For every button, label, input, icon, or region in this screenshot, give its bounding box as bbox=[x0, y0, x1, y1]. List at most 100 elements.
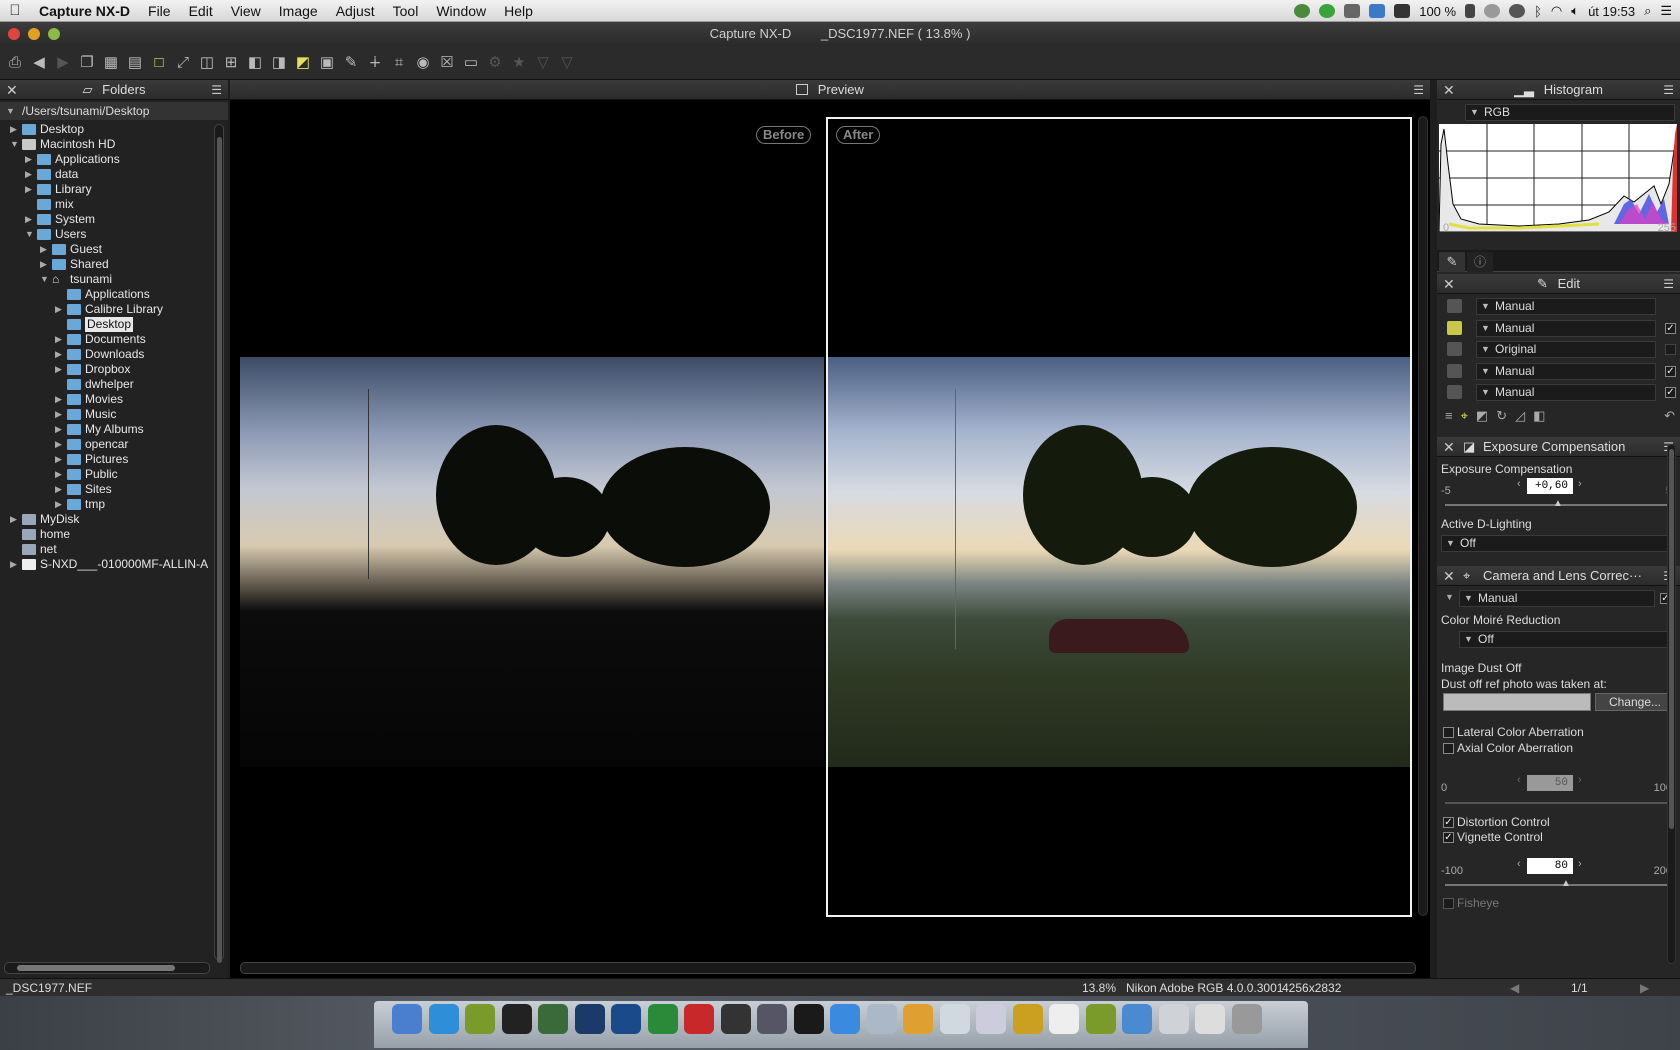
minimize-window-button[interactable] bbox=[28, 28, 40, 40]
dock-terminal-icon[interactable] bbox=[793, 1004, 824, 1034]
tree-item[interactable]: ▶ Calibre Library bbox=[0, 302, 212, 317]
print-icon[interactable]: ⎙ bbox=[6, 54, 24, 72]
dock-app-icon[interactable] bbox=[757, 1004, 787, 1034]
tab-info[interactable]: ⓘ bbox=[1467, 252, 1493, 272]
close-icon[interactable]: ✕ bbox=[1443, 274, 1455, 294]
disclosure-open-icon[interactable]: ▼ bbox=[10, 137, 20, 152]
scroll-thumb[interactable] bbox=[17, 965, 175, 971]
dock-printer-icon[interactable] bbox=[720, 1004, 751, 1034]
dock-itunes-icon[interactable] bbox=[830, 1004, 860, 1034]
disclosure-open-icon[interactable]: ▼ bbox=[40, 272, 50, 287]
dock-document-icon[interactable] bbox=[1049, 1004, 1079, 1034]
disclosure-closed-icon[interactable]: ▶ bbox=[25, 152, 35, 167]
tree-item[interactable]: mix bbox=[0, 197, 212, 212]
spotlight-search-icon[interactable]: ⌕ bbox=[1644, 3, 1651, 19]
disclosure-closed-icon[interactable]: ▶ bbox=[55, 452, 65, 467]
edit-preset-select[interactable]: ▼ Manual bbox=[1476, 298, 1656, 315]
menu-window[interactable]: Window bbox=[427, 0, 495, 22]
filter-options-icon[interactable]: ▽ bbox=[558, 54, 576, 72]
status-drive-icon[interactable] bbox=[1344, 4, 1361, 18]
dock-disk-icon[interactable] bbox=[866, 1004, 897, 1034]
tree-item[interactable]: Applications bbox=[0, 287, 212, 302]
increment-arrow-icon[interactable]: › bbox=[1578, 858, 1582, 870]
disclosure-closed-icon[interactable]: ▶ bbox=[55, 362, 65, 377]
tree-item[interactable]: ▶ Shared bbox=[0, 257, 212, 272]
dock-app-icon[interactable] bbox=[647, 1004, 678, 1034]
edit-enable-checkbox[interactable]: ✓ bbox=[1665, 365, 1676, 377]
edit-enable-checkbox[interactable]: ✓ bbox=[1665, 322, 1676, 334]
levels-icon[interactable]: ◧ bbox=[1533, 408, 1545, 426]
close-window-button[interactable] bbox=[8, 28, 20, 40]
filter-icon[interactable]: ▽ bbox=[534, 54, 552, 72]
menu-image[interactable]: Image bbox=[270, 0, 327, 22]
tree-item[interactable]: net bbox=[0, 542, 212, 557]
moire-select[interactable]: ▼ Off bbox=[1459, 631, 1675, 648]
tree-item[interactable]: ▶ Documents bbox=[0, 332, 212, 347]
panel-menu-icon[interactable]: ☰ bbox=[1413, 80, 1424, 100]
split-view-icon[interactable]: ◨ bbox=[270, 54, 288, 72]
thumbnail-grid-icon[interactable]: ▦ bbox=[102, 54, 120, 72]
tree-item[interactable]: ▶ System bbox=[0, 212, 212, 227]
tree-item[interactable]: home bbox=[0, 527, 212, 542]
red-eye-icon[interactable]: ◉ bbox=[414, 54, 432, 72]
tree-item[interactable]: ▶ opencar bbox=[0, 437, 212, 452]
tree-item[interactable]: ▶ S-NXD___-010000MF-ALLIN-A bbox=[0, 557, 212, 572]
tree-item[interactable]: ▶ Downloads bbox=[0, 347, 212, 362]
dock-photoshop-elements-icon[interactable] bbox=[611, 1004, 641, 1034]
next-page-icon[interactable]: ▶ bbox=[1640, 979, 1649, 997]
dock-trash-icon[interactable] bbox=[1231, 1004, 1262, 1034]
edit-preset-select[interactable]: ▼ Original bbox=[1476, 341, 1656, 358]
folders-vertical-scrollbar[interactable] bbox=[214, 124, 224, 963]
preview-vertical-scrollbar[interactable] bbox=[1418, 116, 1428, 916]
dock-camera-icon[interactable] bbox=[501, 1004, 532, 1034]
tone-curve-icon[interactable]: ◩ bbox=[1476, 408, 1488, 426]
binoculars-icon[interactable] bbox=[1394, 4, 1411, 18]
tree-item[interactable]: ▼ Macintosh HD bbox=[0, 137, 212, 152]
tree-item[interactable]: ▶ tmp bbox=[0, 497, 212, 512]
menu-tool[interactable]: Tool bbox=[384, 0, 428, 22]
dock-app-icon[interactable] bbox=[538, 1004, 568, 1034]
settings-icon[interactable]: ⚙ bbox=[486, 54, 504, 72]
decrement-arrow-icon[interactable]: ‹ bbox=[1517, 478, 1521, 490]
brush-icon[interactable]: ✎ bbox=[342, 54, 360, 72]
increment-arrow-icon[interactable]: › bbox=[1578, 478, 1582, 490]
chevron-down-icon[interactable]: ▼ bbox=[6, 102, 15, 120]
compare-four-icon[interactable]: ⊞ bbox=[222, 54, 240, 72]
tree-item[interactable]: ▶ Music bbox=[0, 407, 212, 422]
dock-safari-icon[interactable] bbox=[428, 1004, 459, 1034]
collapse-arrow-icon[interactable]: ▼ bbox=[1445, 592, 1454, 602]
slider-handle[interactable]: ▲ bbox=[1553, 498, 1563, 509]
dust-ref-field[interactable] bbox=[1443, 693, 1591, 711]
preview-area[interactable]: Before After bbox=[230, 100, 1430, 978]
disclosure-closed-icon[interactable]: ▶ bbox=[10, 122, 20, 137]
vignette-value-input[interactable]: 80 bbox=[1527, 858, 1573, 874]
volume-icon[interactable]: 🔈︎ bbox=[1571, 3, 1579, 19]
noise-reduction-icon[interactable]: ≡ bbox=[1445, 408, 1453, 426]
dock-photoshop-icon[interactable] bbox=[574, 1004, 605, 1034]
tree-item[interactable]: ▶ Public bbox=[0, 467, 212, 482]
before-image[interactable] bbox=[240, 357, 824, 767]
menu-file[interactable]: File bbox=[139, 0, 180, 22]
menu-app-name[interactable]: Capture NX-D bbox=[30, 0, 139, 22]
exposure-value-input[interactable]: +0,60 bbox=[1527, 478, 1573, 494]
close-icon[interactable]: ✕ bbox=[1443, 80, 1455, 100]
disclosure-closed-icon[interactable]: ▶ bbox=[55, 407, 65, 422]
decrement-arrow-icon[interactable]: ‹ bbox=[1517, 858, 1521, 870]
dock-qgis-icon[interactable] bbox=[1085, 1004, 1116, 1034]
dock-finder-icon[interactable] bbox=[392, 1004, 422, 1034]
lens-icon[interactable]: ⌖ bbox=[1461, 408, 1468, 426]
tree-item[interactable]: ▶ data bbox=[0, 167, 212, 182]
dock-console-icon[interactable] bbox=[1012, 1004, 1043, 1034]
highlight-icon[interactable]: ◩ bbox=[294, 54, 312, 72]
distortion-checkbox[interactable]: ✓ bbox=[1443, 817, 1454, 828]
edit-preset-select[interactable]: ▼ Manual bbox=[1476, 319, 1656, 337]
zoom-window-button[interactable] bbox=[48, 28, 60, 40]
disclosure-open-icon[interactable]: ▼ bbox=[25, 227, 35, 242]
tree-item[interactable]: Desktop bbox=[0, 317, 212, 332]
rotate-icon[interactable]: ↻ bbox=[1496, 408, 1507, 426]
time-machine-icon[interactable] bbox=[1509, 4, 1526, 18]
back-arrow-icon[interactable]: ◀ bbox=[30, 54, 48, 72]
crop-icon[interactable]: ⌗ bbox=[390, 54, 408, 72]
decrement-arrow-icon[interactable]: ‹ bbox=[1517, 774, 1521, 786]
status-sync-icon[interactable] bbox=[1319, 4, 1336, 18]
